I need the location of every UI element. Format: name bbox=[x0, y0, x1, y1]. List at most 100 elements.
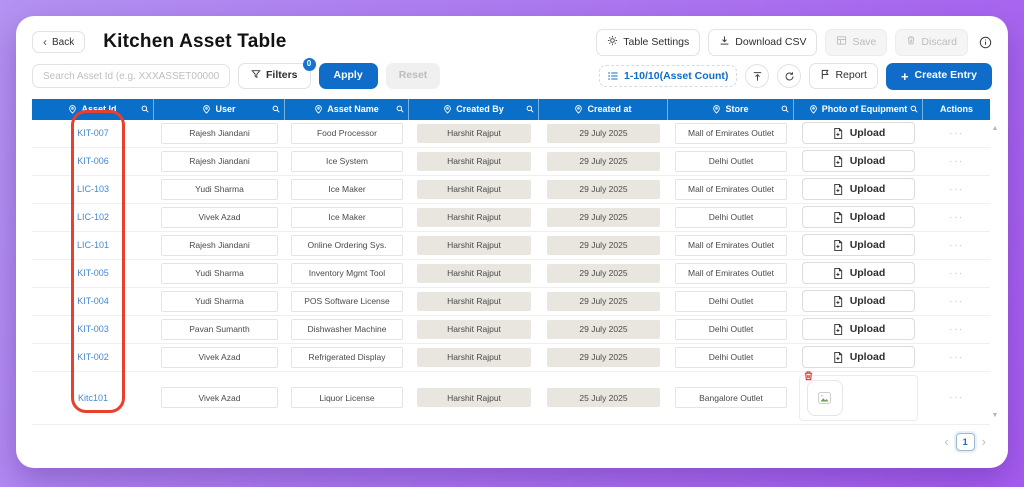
store-cell[interactable]: Mall of Emirates Outlet bbox=[675, 263, 788, 284]
upload-photo-button[interactable]: Upload bbox=[802, 262, 916, 284]
row-actions-button[interactable]: ··· bbox=[949, 352, 964, 363]
store-cell[interactable]: Delhi Outlet bbox=[675, 319, 788, 340]
asset-name-cell[interactable]: Refrigerated Display bbox=[291, 347, 402, 368]
asset-name-cell[interactable]: Ice System bbox=[291, 151, 402, 172]
asset-id-link[interactable]: LIC-101 bbox=[77, 240, 109, 250]
row-actions-button[interactable]: ··· bbox=[949, 184, 964, 195]
column-header-asset-id[interactable]: Asset Id bbox=[32, 99, 154, 120]
store-cell[interactable]: Mall of Emirates Outlet bbox=[675, 235, 788, 256]
row-actions-button[interactable]: ··· bbox=[949, 324, 964, 335]
asset-id-link[interactable]: LIC-102 bbox=[77, 212, 109, 222]
upload-photo-button[interactable]: Upload bbox=[802, 122, 916, 144]
prev-page-button[interactable]: ‹ bbox=[944, 435, 948, 448]
export-button[interactable] bbox=[745, 64, 769, 88]
store-cell[interactable]: Delhi Outlet bbox=[675, 151, 788, 172]
upload-photo-button[interactable]: Upload bbox=[802, 178, 916, 200]
column-search-icon[interactable] bbox=[141, 105, 149, 113]
asset-id-link[interactable]: KIT-004 bbox=[77, 296, 109, 306]
row-actions-button[interactable]: ··· bbox=[949, 240, 964, 251]
upload-photo-button[interactable]: Upload bbox=[802, 234, 916, 256]
report-button[interactable]: Report bbox=[809, 63, 878, 90]
column-header-photo-of-equipment[interactable]: Photo of Equipment bbox=[794, 99, 923, 120]
photo-thumbnail[interactable] bbox=[807, 380, 843, 416]
column-header-created-at[interactable]: Created at bbox=[539, 99, 668, 120]
row-actions-button[interactable]: ··· bbox=[949, 392, 964, 403]
upload-photo-button[interactable]: Upload bbox=[802, 290, 916, 312]
pin-icon[interactable] bbox=[574, 105, 583, 114]
column-search-icon[interactable] bbox=[781, 105, 789, 113]
user-cell[interactable]: Vivek Azad bbox=[161, 347, 278, 368]
refresh-button[interactable] bbox=[777, 64, 801, 88]
store-cell[interactable]: Mall of Emirates Outlet bbox=[675, 179, 788, 200]
column-header-user[interactable]: User bbox=[154, 99, 285, 120]
column-header-created-by[interactable]: Created By bbox=[409, 99, 539, 120]
table-settings-button[interactable]: Table Settings bbox=[596, 29, 700, 56]
asset-name-cell[interactable]: Inventory Mgmt Tool bbox=[291, 263, 402, 284]
user-cell[interactable]: Vivek Azad bbox=[161, 387, 278, 408]
user-cell[interactable]: Yudi Sharma bbox=[161, 263, 278, 284]
column-search-icon[interactable] bbox=[526, 105, 534, 113]
column-header-asset-name[interactable]: Asset Name bbox=[285, 99, 409, 120]
upload-photo-button[interactable]: Upload bbox=[802, 346, 916, 368]
row-actions-button[interactable]: ··· bbox=[949, 128, 964, 139]
user-cell[interactable]: Rajesh Jiandani bbox=[161, 151, 278, 172]
row-actions-button[interactable]: ··· bbox=[949, 156, 964, 167]
row-actions-button[interactable]: ··· bbox=[949, 212, 964, 223]
column-header-store[interactable]: Store bbox=[668, 99, 794, 120]
asset-id-link[interactable]: KIT-007 bbox=[77, 128, 109, 138]
row-actions-button[interactable]: ··· bbox=[949, 296, 964, 307]
reset-button[interactable]: Reset bbox=[386, 63, 441, 89]
store-cell[interactable]: Mall of Emirates Outlet bbox=[675, 123, 788, 144]
back-button[interactable]: ‹ Back bbox=[32, 31, 85, 53]
asset-name-cell[interactable]: POS Software License bbox=[291, 291, 402, 312]
column-search-icon[interactable] bbox=[910, 105, 918, 113]
asset-id-link[interactable]: Kitc101 bbox=[78, 393, 108, 403]
asset-id-link[interactable]: KIT-002 bbox=[77, 352, 109, 362]
save-button[interactable]: Save bbox=[825, 29, 887, 56]
asset-id-link[interactable]: KIT-003 bbox=[77, 324, 109, 334]
next-page-button[interactable]: › bbox=[982, 435, 986, 448]
discard-button[interactable]: Discard bbox=[895, 29, 968, 56]
create-entry-button[interactable]: + Create Entry bbox=[886, 63, 992, 90]
asset-name-cell[interactable]: Dishwasher Machine bbox=[291, 319, 402, 340]
user-cell[interactable]: Yudi Sharma bbox=[161, 291, 278, 312]
pin-icon[interactable] bbox=[314, 105, 323, 114]
download-csv-button[interactable]: Download CSV bbox=[708, 29, 817, 56]
apply-button[interactable]: Apply bbox=[319, 63, 378, 89]
user-cell[interactable]: Vivek Azad bbox=[161, 207, 278, 228]
filters-button[interactable]: Filters 0 bbox=[238, 63, 311, 89]
asset-name-cell[interactable]: Ice Maker bbox=[291, 207, 402, 228]
store-cell[interactable]: Delhi Outlet bbox=[675, 207, 788, 228]
delete-photo-icon[interactable] bbox=[803, 370, 814, 382]
pin-icon[interactable] bbox=[202, 105, 211, 114]
asset-id-link[interactable]: LIC-103 bbox=[77, 184, 109, 194]
search-input[interactable] bbox=[32, 64, 230, 88]
row-actions-button[interactable]: ··· bbox=[949, 268, 964, 279]
asset-id-link[interactable]: KIT-005 bbox=[77, 268, 109, 278]
pin-icon[interactable] bbox=[443, 105, 452, 114]
scroll-up-icon[interactable]: ▲ bbox=[992, 125, 999, 132]
scroll-down-icon[interactable]: ▼ bbox=[992, 412, 999, 419]
store-cell[interactable]: Delhi Outlet bbox=[675, 291, 788, 312]
user-cell[interactable]: Pavan Sumanth bbox=[161, 319, 278, 340]
asset-id-link[interactable]: KIT-006 bbox=[77, 156, 109, 166]
pin-icon[interactable] bbox=[712, 105, 721, 114]
store-cell[interactable]: Delhi Outlet bbox=[675, 347, 788, 368]
pin-icon[interactable] bbox=[809, 105, 818, 114]
user-cell[interactable]: Rajesh Jiandani bbox=[161, 235, 278, 256]
asset-name-cell[interactable]: Food Processor bbox=[291, 123, 402, 144]
asset-name-cell[interactable]: Ice Maker bbox=[291, 179, 402, 200]
vertical-scrollbar[interactable]: ▲ ▼ bbox=[990, 99, 1000, 425]
upload-photo-button[interactable]: Upload bbox=[802, 206, 916, 228]
info-icon[interactable] bbox=[979, 36, 992, 49]
current-page-button[interactable]: 1 bbox=[956, 433, 975, 451]
user-cell[interactable]: Rajesh Jiandani bbox=[161, 123, 278, 144]
asset-name-cell[interactable]: Liquor License bbox=[291, 387, 402, 408]
upload-photo-button[interactable]: Upload bbox=[802, 318, 916, 340]
user-cell[interactable]: Yudi Sharma bbox=[161, 179, 278, 200]
asset-name-cell[interactable]: Online Ordering Sys. bbox=[291, 235, 402, 256]
column-search-icon[interactable] bbox=[272, 105, 280, 113]
column-search-icon[interactable] bbox=[396, 105, 404, 113]
upload-photo-button[interactable]: Upload bbox=[802, 150, 916, 172]
pin-icon[interactable] bbox=[68, 105, 77, 114]
